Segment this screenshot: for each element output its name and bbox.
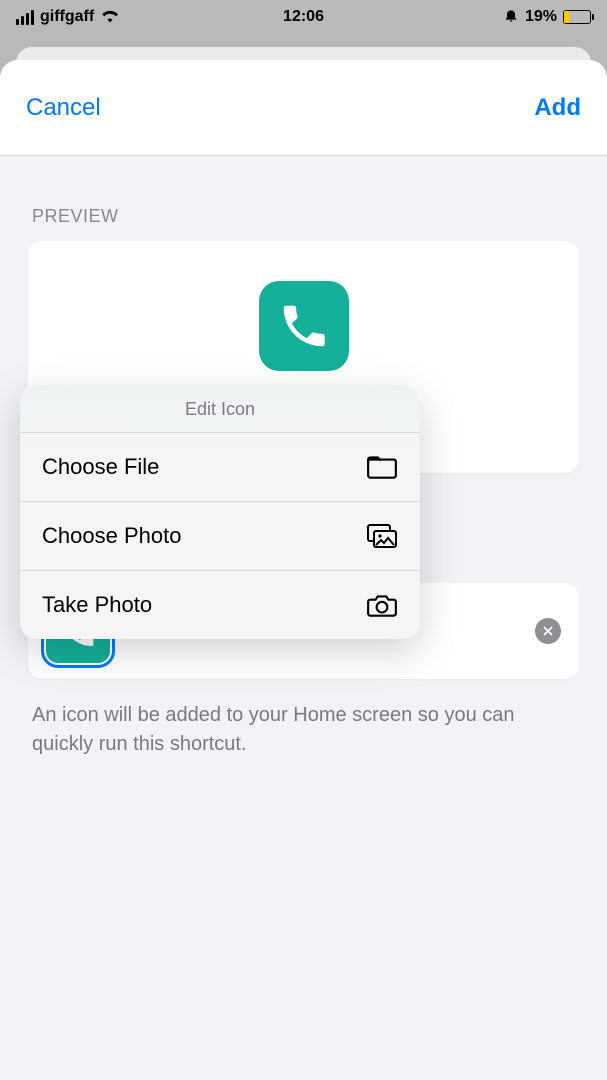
phone-icon xyxy=(277,299,331,353)
menu-item-label: Take Photo xyxy=(42,592,152,618)
preview-app-icon xyxy=(259,281,349,371)
edit-icon-popover: Edit Icon Choose File Choose Photo Take … xyxy=(20,385,420,639)
signal-icon xyxy=(16,10,34,25)
wifi-icon xyxy=(100,7,120,28)
hint-text: An icon will be added to your Home scree… xyxy=(32,701,575,759)
choose-file-item[interactable]: Choose File xyxy=(20,433,420,502)
close-icon xyxy=(541,624,555,638)
photo-icon xyxy=(366,522,398,550)
battery-icon xyxy=(563,10,591,24)
clock: 12:06 xyxy=(283,8,324,26)
add-to-home-sheet: Cancel Add PREVIEW An icon will be added… xyxy=(0,60,607,1080)
clear-text-button[interactable] xyxy=(535,618,561,644)
section-label-preview: PREVIEW xyxy=(32,206,579,227)
folder-icon xyxy=(366,453,398,481)
navbar: Cancel Add xyxy=(0,60,607,156)
take-photo-item[interactable]: Take Photo xyxy=(20,571,420,639)
carrier-label: giffgaff xyxy=(40,8,94,26)
alarm-icon xyxy=(503,7,519,28)
status-bar: giffgaff 12:06 19% xyxy=(0,0,607,34)
choose-photo-item[interactable]: Choose Photo xyxy=(20,502,420,571)
camera-icon xyxy=(366,591,398,619)
battery-pct: 19% xyxy=(525,8,557,26)
add-button[interactable]: Add xyxy=(534,94,581,122)
menu-item-label: Choose File xyxy=(42,454,159,480)
menu-item-label: Choose Photo xyxy=(42,523,181,549)
cancel-button[interactable]: Cancel xyxy=(26,94,101,122)
popover-title: Edit Icon xyxy=(20,385,420,433)
